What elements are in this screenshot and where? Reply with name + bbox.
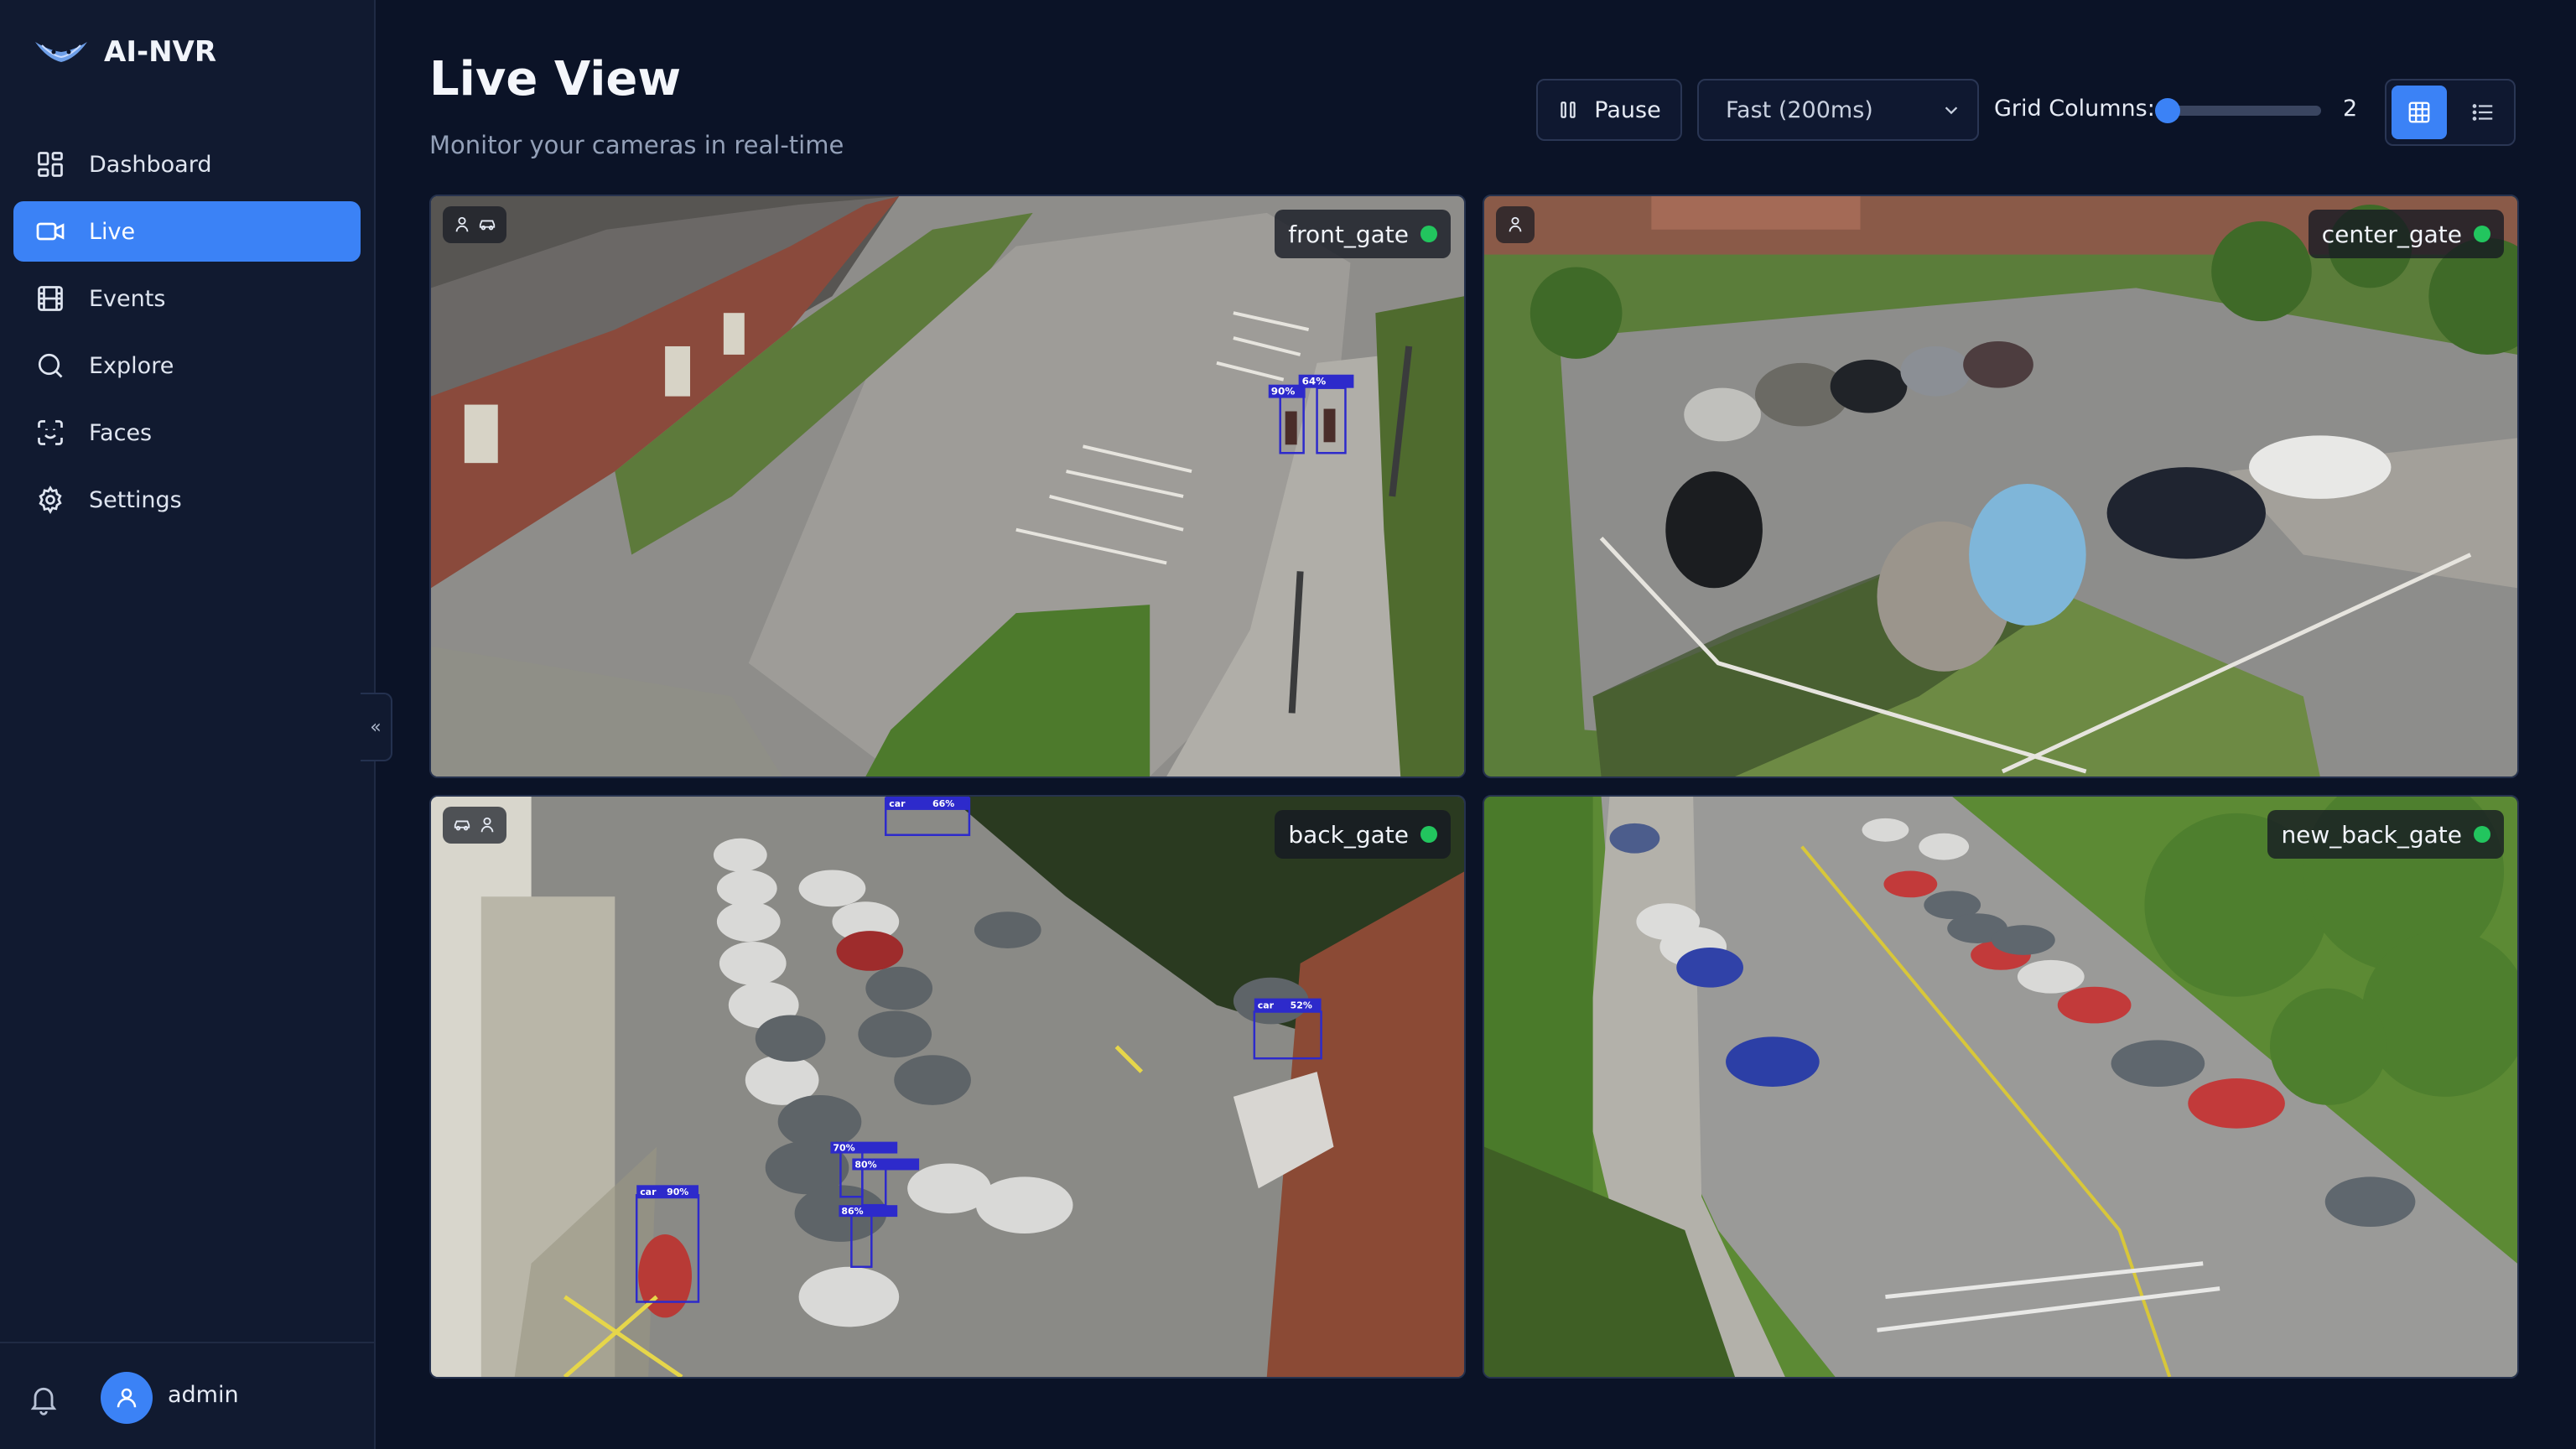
logo-icon: [35, 42, 87, 62]
face-scan-icon: [34, 416, 67, 449]
sidebar-item-label: Live: [89, 218, 136, 245]
gear-icon: [34, 483, 67, 517]
username[interactable]: admin: [168, 1382, 239, 1408]
camera-name-badge: new_back_gate: [2267, 810, 2504, 859]
camera-feed: 90% 64%: [431, 196, 1464, 776]
status-online-dot: [1420, 826, 1437, 843]
grid-columns-slider-thumb[interactable]: [2155, 98, 2180, 123]
person-icon: [480, 817, 494, 833]
svg-text:66%: 66%: [932, 798, 954, 809]
svg-text:90%: 90%: [1271, 386, 1296, 397]
pause-icon: [1561, 101, 1576, 118]
person-icon: [455, 216, 469, 232]
sidebar-nav: Dashboard Live Events Explore Faces Sett…: [13, 134, 361, 537]
detected-objects: [443, 206, 506, 243]
camera-feed: car 66% car 52% car 90% 70%80% 86%: [431, 797, 1464, 1377]
camera-name-badge: back_gate: [1275, 810, 1451, 859]
sidebar-item-label: Dashboard: [89, 151, 212, 178]
svg-text:90%: 90%: [667, 1187, 688, 1197]
sidebar-item-label: Settings: [89, 486, 182, 513]
camera-feed: [1484, 196, 2517, 776]
camera-name-badge: front_gate: [1275, 210, 1451, 258]
grid-icon: [2408, 101, 2430, 123]
page-title: Live View: [429, 52, 682, 106]
grid-view-button[interactable]: [2392, 86, 2447, 139]
sidebar-item-explore[interactable]: Explore: [13, 335, 361, 396]
dashboard-icon: [34, 148, 67, 181]
grid-columns-label: Grid Columns:: [1994, 96, 2155, 122]
grid-columns-slider[interactable]: [2167, 106, 2321, 116]
list-view-button[interactable]: [2455, 86, 2511, 139]
search-icon: [34, 349, 67, 382]
sidebar-collapse-button[interactable]: «: [361, 693, 392, 761]
speed-select-value: Fast (200ms): [1726, 96, 1873, 123]
view-mode-toggle: [2385, 79, 2516, 146]
status-online-dot: [2474, 226, 2490, 242]
camera-tile-center-gate[interactable]: center_gate: [1483, 195, 2519, 778]
camera-feed: [1484, 797, 2517, 1377]
status-online-dot: [2474, 826, 2490, 843]
speed-select[interactable]: Fast (200ms): [1697, 79, 1979, 141]
sidebar-item-faces[interactable]: Faces: [13, 402, 361, 463]
list-icon: [2472, 104, 2493, 121]
sidebar: AI-NVR Dashboard Live Events Explore Fac…: [0, 0, 376, 1449]
chevron-down-icon: [1945, 106, 1958, 115]
grid-columns-value: 2: [2343, 96, 2358, 122]
camera-name: center_gate: [2321, 220, 2462, 248]
svg-text:car: car: [889, 798, 906, 809]
status-online-dot: [1420, 226, 1437, 242]
detected-objects: [1496, 206, 1535, 243]
camera-name: new_back_gate: [2281, 820, 2462, 849]
svg-text:86%: 86%: [841, 1206, 863, 1217]
person-icon: [1509, 216, 1522, 232]
camera-name-badge: center_gate: [2308, 210, 2504, 258]
svg-text:80%: 80%: [854, 1159, 876, 1170]
camera-tile-new-back-gate[interactable]: new_back_gate: [1483, 795, 2519, 1379]
detected-objects: [443, 807, 506, 844]
svg-text:52%: 52%: [1291, 1000, 1312, 1011]
camera-name: back_gate: [1288, 820, 1409, 849]
brand[interactable]: AI-NVR: [34, 29, 216, 75]
pause-label: Pause: [1594, 96, 1661, 123]
bell-icon[interactable]: [27, 1382, 60, 1415]
video-camera-icon: [34, 215, 67, 248]
camera-name: front_gate: [1288, 220, 1409, 248]
svg-text:car: car: [1258, 1000, 1275, 1011]
avatar[interactable]: [101, 1372, 153, 1424]
camera-tile-back-gate[interactable]: car 66% car 52% car 90% 70% 80% 86% back_gate: [429, 795, 1466, 1379]
film-icon: [34, 282, 67, 315]
sidebar-item-dashboard[interactable]: Dashboard: [13, 134, 361, 195]
page-subtitle: Monitor your cameras in real-time: [429, 131, 844, 159]
sidebar-item-label: Faces: [89, 419, 153, 446]
sidebar-item-label: Explore: [89, 352, 174, 379]
sidebar-item-live[interactable]: Live: [13, 201, 361, 262]
sidebar-footer: admin: [0, 1342, 374, 1449]
car-icon: [479, 220, 496, 231]
sidebar-item-label: Events: [89, 285, 166, 312]
sidebar-item-events[interactable]: Events: [13, 268, 361, 329]
pause-button[interactable]: Pause: [1536, 79, 1682, 141]
svg-text:70%: 70%: [833, 1143, 854, 1154]
user-icon: [117, 1388, 137, 1408]
svg-text:64%: 64%: [1302, 376, 1327, 387]
camera-tile-front-gate[interactable]: 90% 64% front_gate: [429, 195, 1466, 778]
app-name: AI-NVR: [104, 35, 217, 69]
car-icon: [454, 820, 470, 831]
app-root: AI-NVR Dashboard Live Events Explore Fac…: [0, 0, 2576, 1449]
svg-text:car: car: [640, 1187, 657, 1197]
sidebar-item-settings[interactable]: Settings: [13, 470, 361, 530]
